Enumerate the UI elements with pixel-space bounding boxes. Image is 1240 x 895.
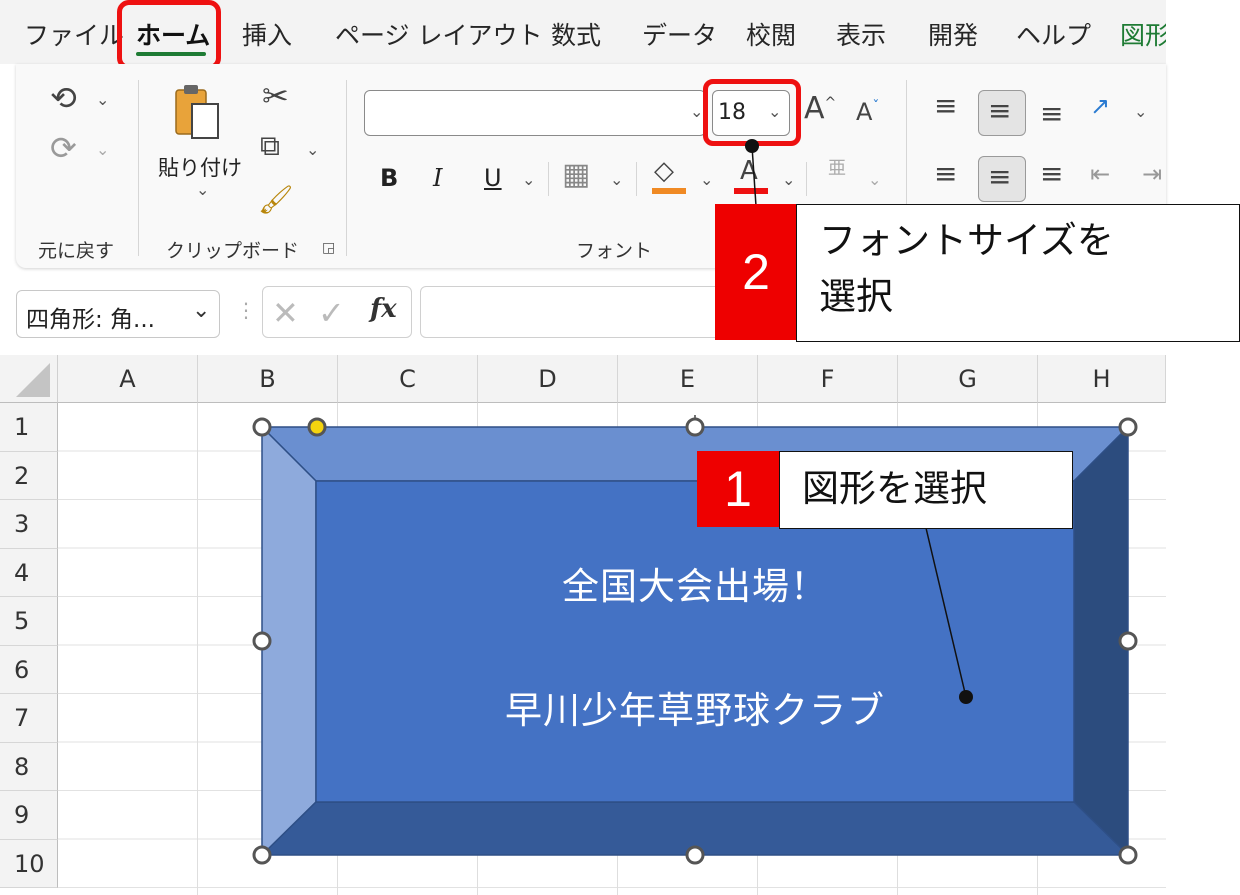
step2-text-line-1: フォントサイズを [819,219,1114,262]
step1-text: 図形を選択 [802,467,987,510]
callout-leader-lines [745,139,973,704]
step1-number-badge: 1 [697,451,779,527]
step2-leader-line [751,145,757,207]
step2-callout: フォントサイズを 選択 [796,204,1240,342]
step2-number-badge: 2 [715,204,797,340]
step2-text-line-2: 選択 [819,275,893,318]
step1-callout: 図形を選択 [779,451,1073,529]
step1-leader-line [925,527,967,698]
step1-leader-dot [959,690,973,704]
step2-leader-dot [745,139,759,153]
